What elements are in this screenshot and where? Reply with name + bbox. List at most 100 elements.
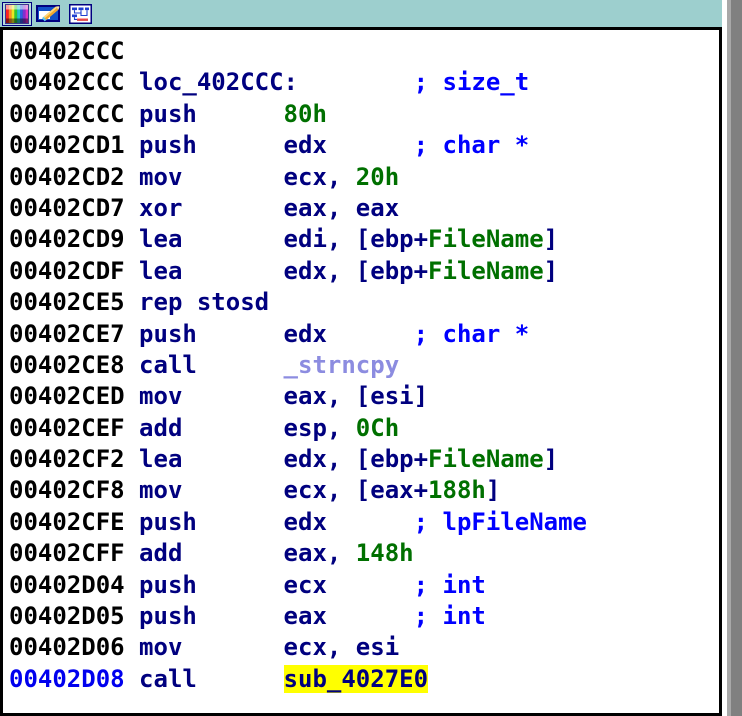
- color-palette-icon-glyph: [5, 3, 29, 24]
- disassembly-line[interactable]: 00402CE8 call _strncpy: [9, 350, 719, 381]
- comment-gap: [327, 320, 414, 348]
- pencil-edit-icon-glyph: [36, 4, 60, 22]
- instruction-mnemonic: mov: [139, 382, 284, 411]
- operand-register: ecx: [283, 570, 327, 599]
- operand-register: edx: [283, 507, 327, 536]
- disassembly-line[interactable]: 00402D04 push ecx ; int: [9, 570, 719, 601]
- disassembly-line[interactable]: 00402CF8 mov ecx, [eax+188h]: [9, 475, 719, 506]
- instruction-address: 00402D04: [9, 570, 140, 599]
- operand-register: eax,: [283, 539, 356, 568]
- disassembly-line[interactable]: 00402CFF add eax, 148h: [9, 538, 719, 569]
- operand-register: esp,: [283, 413, 356, 442]
- instruction-comment[interactable]: ; size_t: [414, 68, 530, 96]
- instruction-address: 00402CE8: [9, 350, 140, 379]
- instruction-address: 00402CCC: [9, 99, 140, 128]
- code-label[interactable]: loc_402CCC:: [139, 68, 298, 96]
- instruction-mnemonic: add: [139, 413, 284, 442]
- instruction-mnemonic: push: [139, 131, 284, 160]
- instruction-mnemonic: push: [139, 602, 284, 631]
- disassembly-lines: 00402CCC 00402CCC loc_402CCC: ; size_t 00…: [3, 30, 719, 713]
- operand-register: edx, [ebp+: [283, 445, 429, 474]
- operand-number: 148h: [355, 539, 414, 568]
- instruction-address: 00402D08: [9, 664, 140, 693]
- instruction-mnemonic: push: [139, 99, 284, 128]
- instruction-address: 00402CCC: [9, 37, 140, 65]
- disassembly-line[interactable]: 00402CFE push edx ; lpFileName: [9, 507, 719, 538]
- instruction-mnemonic: lea: [139, 256, 284, 285]
- disassembly-line[interactable]: 00402CCC: [9, 36, 719, 67]
- instruction-comment[interactable]: ; lpFileName: [414, 508, 587, 536]
- instruction-address: 00402CE5: [9, 288, 140, 317]
- operand-register: ]: [485, 476, 501, 505]
- instruction-mnemonic: push: [139, 570, 284, 599]
- window-right-edge-highlight: [727, 0, 731, 716]
- operand-local-name[interactable]: FileName: [428, 445, 544, 473]
- operand-register: eax, eax: [283, 193, 400, 222]
- instruction-address: 00402CD1: [9, 131, 140, 160]
- graph-chart-icon[interactable]: [66, 2, 96, 26]
- disassembly-line[interactable]: 00402CEF add esp, 0Ch: [9, 413, 719, 444]
- disassembly-code-pane[interactable]: 00402CCC 00402CCC loc_402CCC: ; size_t 00…: [0, 27, 722, 716]
- instruction-address: 00402CE7: [9, 319, 140, 348]
- instruction-comment[interactable]: ; char *: [414, 131, 530, 159]
- instruction-comment[interactable]: ; int: [414, 602, 486, 630]
- disassembly-line[interactable]: 00402D08 call sub_4027E0: [9, 664, 719, 695]
- instruction-comment[interactable]: ; int: [414, 571, 486, 599]
- operand-register: ]: [543, 256, 559, 285]
- instruction-mnemonic: lea: [139, 225, 284, 254]
- instruction-mnemonic: mov: [139, 162, 284, 191]
- disassembly-line[interactable]: 00402CD2 mov ecx, 20h: [9, 162, 719, 193]
- disassembly-line[interactable]: 00402CCC push 80h: [9, 99, 719, 130]
- operand-number: 0Ch: [355, 413, 400, 442]
- disassembly-line[interactable]: 00402CE5 rep stosd: [9, 287, 719, 318]
- graph-chart-icon-glyph: [69, 3, 92, 24]
- disassembly-line[interactable]: 00402CE7 push edx ; char *: [9, 319, 719, 350]
- instruction-mnemonic: mov: [139, 476, 284, 505]
- pencil-edit-icon[interactable]: [34, 2, 64, 26]
- disassembly-line[interactable]: 00402CF2 lea edx, [ebp+FileName]: [9, 444, 719, 475]
- instruction-address: 00402CFF: [9, 539, 140, 568]
- instruction-mnemonic: push: [139, 507, 284, 536]
- disassembly-line[interactable]: 00402CDF lea edx, [ebp+FileName]: [9, 256, 719, 287]
- instruction-address: 00402CEF: [9, 413, 140, 442]
- disassembly-line[interactable]: 00402CCC loc_402CCC: ; size_t: [9, 67, 719, 98]
- instruction-mnemonic: xor: [139, 193, 284, 222]
- comment-gap: [327, 131, 414, 159]
- operand-number: 188h: [428, 476, 486, 505]
- instruction-mnemonic: mov: [139, 633, 284, 662]
- operand-highlighted[interactable]: sub_4027E0: [283, 664, 429, 693]
- operand-register: edx: [283, 319, 327, 348]
- operand-local-name[interactable]: FileName: [428, 257, 544, 285]
- operand-external-function[interactable]: _strncpy: [284, 351, 400, 379]
- operand-local-name[interactable]: FileName: [428, 225, 544, 253]
- operand-register: eax, [esi]: [283, 382, 429, 411]
- disassembly-line[interactable]: 00402D05 push eax ; int: [9, 601, 719, 632]
- instruction-address: 00402D05: [9, 602, 140, 631]
- operand-register: edx: [283, 131, 327, 160]
- disassembly-line[interactable]: 00402CD7 xor eax, eax: [9, 193, 719, 224]
- instruction-mnemonic: push: [139, 319, 284, 348]
- instruction-mnemonic: rep stosd: [139, 288, 270, 317]
- comment-gap: [327, 508, 414, 536]
- disassembly-line[interactable]: 00402CED mov eax, [esi]: [9, 381, 719, 412]
- instruction-mnemonic: call: [139, 664, 284, 693]
- operand-register: ]: [543, 225, 559, 254]
- instruction-address: 00402CCC: [9, 68, 140, 97]
- comment-gap: [298, 68, 414, 96]
- operand-number: 80h: [283, 99, 327, 128]
- disassembly-line[interactable]: 00402CD9 lea edi, [ebp+FileName]: [9, 224, 719, 255]
- instruction-comment[interactable]: ; char *: [414, 320, 530, 348]
- disassembly-line[interactable]: 00402CD1 push edx ; char *: [9, 130, 719, 161]
- comment-gap: [327, 571, 414, 599]
- operand-register: ecx, esi: [283, 633, 400, 662]
- instruction-address: 00402D06: [9, 633, 140, 662]
- disassembly-line[interactable]: 00402D06 mov ecx, esi: [9, 632, 719, 663]
- disassembly-window: 00402CCC 00402CCC loc_402CCC: ; size_t 00…: [0, 0, 727, 716]
- instruction-address: 00402CD2: [9, 162, 140, 191]
- instruction-address: 00402CF8: [9, 476, 140, 505]
- color-palette-icon[interactable]: [2, 1, 32, 26]
- operand-register: eax: [283, 602, 327, 631]
- instruction-address: 00402CD7: [9, 193, 140, 222]
- window-right-gutter: [727, 0, 742, 716]
- instruction-address: 00402CF2: [9, 445, 140, 474]
